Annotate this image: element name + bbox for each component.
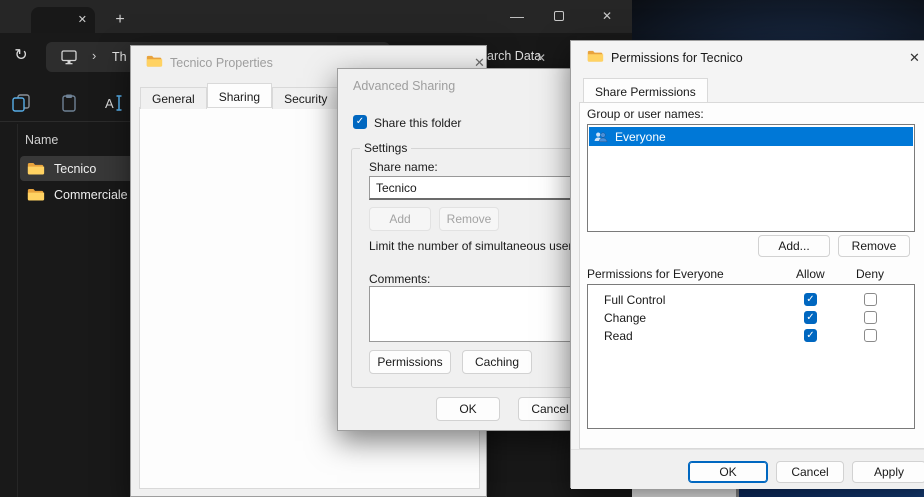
deny-checkbox[interactable]: ✓ bbox=[864, 329, 877, 342]
desktop-wallpaper-strip bbox=[739, 489, 924, 497]
group-name: Everyone bbox=[615, 130, 666, 144]
group-user-list[interactable]: Everyone bbox=[587, 124, 915, 232]
deny-column-header: Deny bbox=[856, 267, 884, 281]
deny-checkbox[interactable]: ✓ bbox=[864, 293, 877, 306]
maximize-icon bbox=[554, 11, 564, 21]
breadcrumb-text[interactable]: Th bbox=[112, 50, 127, 64]
background-window-strip bbox=[632, 489, 736, 497]
dialog-title: Advanced Sharing bbox=[353, 79, 455, 93]
add-button[interactable]: Add... bbox=[758, 235, 830, 257]
tab-sharing[interactable]: Sharing bbox=[207, 83, 272, 107]
permission-name: Full Control bbox=[604, 293, 665, 307]
remove-button[interactable]: Remove bbox=[838, 235, 910, 257]
cancel-button[interactable]: Cancel bbox=[518, 397, 577, 421]
this-pc-icon[interactable] bbox=[60, 48, 78, 66]
comments-textarea[interactable] bbox=[369, 286, 577, 342]
limit-users-label: Limit the number of simultaneous users t… bbox=[369, 239, 577, 253]
share-this-folder-checkbox[interactable]: ✓ bbox=[353, 115, 367, 129]
everyone-group-icon bbox=[593, 130, 609, 144]
folder-icon bbox=[146, 54, 163, 68]
tab-close-icon[interactable]: ✕ bbox=[78, 15, 87, 26]
search-input[interactable]: arch Data bbox=[487, 49, 541, 63]
allow-checkbox[interactable]: ✓ bbox=[804, 329, 817, 342]
advanced-sharing-dialog: Advanced Sharing ✓ Share this folder Set… bbox=[337, 68, 577, 431]
group-legend: Settings bbox=[360, 141, 411, 155]
permissions-list[interactable]: Full Control ✓ ✓ Change ✓ ✓ Read ✓ ✓ bbox=[587, 284, 915, 429]
chevron-right-icon: › bbox=[92, 48, 96, 63]
cancel-button[interactable]: Cancel bbox=[776, 461, 844, 483]
deny-checkbox[interactable]: ✓ bbox=[864, 311, 877, 324]
screen: ✕ + — ✕ ↻ › Th arch Data ✕ A bbox=[0, 0, 924, 497]
permission-name: Read bbox=[604, 329, 633, 343]
rename-icon[interactable]: A bbox=[102, 92, 126, 114]
search-clear-icon[interactable]: ✕ bbox=[536, 51, 546, 65]
permission-row-full-control: Full Control ✓ ✓ bbox=[588, 291, 914, 309]
explorer-active-tab[interactable]: ✕ bbox=[31, 7, 95, 33]
window-maximize-button[interactable] bbox=[544, 4, 574, 28]
svg-text:A: A bbox=[105, 96, 114, 111]
new-tab-button[interactable]: + bbox=[108, 8, 132, 32]
permissions-tabs: Share Permissions bbox=[583, 80, 708, 104]
close-icon[interactable]: ✕ bbox=[909, 50, 920, 66]
permissions-button[interactable]: Permissions bbox=[369, 350, 451, 374]
allow-checkbox[interactable]: ✓ bbox=[804, 293, 817, 306]
file-name: Commerciale bbox=[54, 188, 128, 202]
tab-security[interactable]: Security bbox=[272, 87, 339, 109]
share-name-input[interactable] bbox=[369, 176, 577, 200]
name-column-header[interactable]: Name bbox=[25, 133, 58, 147]
permissions-dialog: Permissions for Tecnico ✕ Share Permissi… bbox=[570, 40, 924, 488]
folder-icon bbox=[27, 187, 45, 202]
dialog-title: Permissions for Tecnico bbox=[611, 51, 743, 65]
allow-column-header: Allow bbox=[796, 267, 825, 281]
dialog-title: Tecnico Properties bbox=[170, 56, 273, 70]
ok-button[interactable]: OK bbox=[688, 461, 768, 483]
tab-share-permissions[interactable]: Share Permissions bbox=[583, 78, 708, 102]
comments-label: Comments: bbox=[369, 272, 430, 286]
allow-checkbox[interactable]: ✓ bbox=[804, 311, 817, 324]
permissions-for-label: Permissions for Everyone bbox=[587, 267, 724, 281]
paste-icon[interactable] bbox=[58, 92, 80, 114]
list-item-everyone[interactable]: Everyone bbox=[589, 127, 913, 146]
permission-row-change: Change ✓ ✓ bbox=[588, 309, 914, 327]
share-name-label: Share name: bbox=[369, 160, 438, 174]
file-name: Tecnico bbox=[54, 162, 96, 176]
permission-name: Change bbox=[604, 311, 646, 325]
window-close-button[interactable]: ✕ bbox=[592, 4, 622, 28]
folder-icon bbox=[27, 161, 45, 176]
pane-divider bbox=[17, 124, 18, 497]
permission-row-read: Read ✓ ✓ bbox=[588, 327, 914, 345]
group-user-names-label: Group or user names: bbox=[587, 107, 704, 121]
refresh-icon[interactable]: ↻ bbox=[10, 44, 32, 66]
add-button[interactable]: Add bbox=[369, 207, 431, 231]
window-minimize-button[interactable]: — bbox=[502, 4, 532, 28]
copy-icon[interactable] bbox=[10, 92, 32, 114]
folder-icon bbox=[587, 49, 604, 63]
remove-button[interactable]: Remove bbox=[439, 207, 499, 231]
apply-button[interactable]: Apply bbox=[852, 461, 924, 483]
share-this-folder-label: Share this folder bbox=[374, 116, 461, 130]
ok-button[interactable]: OK bbox=[436, 397, 500, 421]
tab-general[interactable]: General bbox=[140, 87, 207, 109]
caching-button[interactable]: Caching bbox=[462, 350, 532, 374]
